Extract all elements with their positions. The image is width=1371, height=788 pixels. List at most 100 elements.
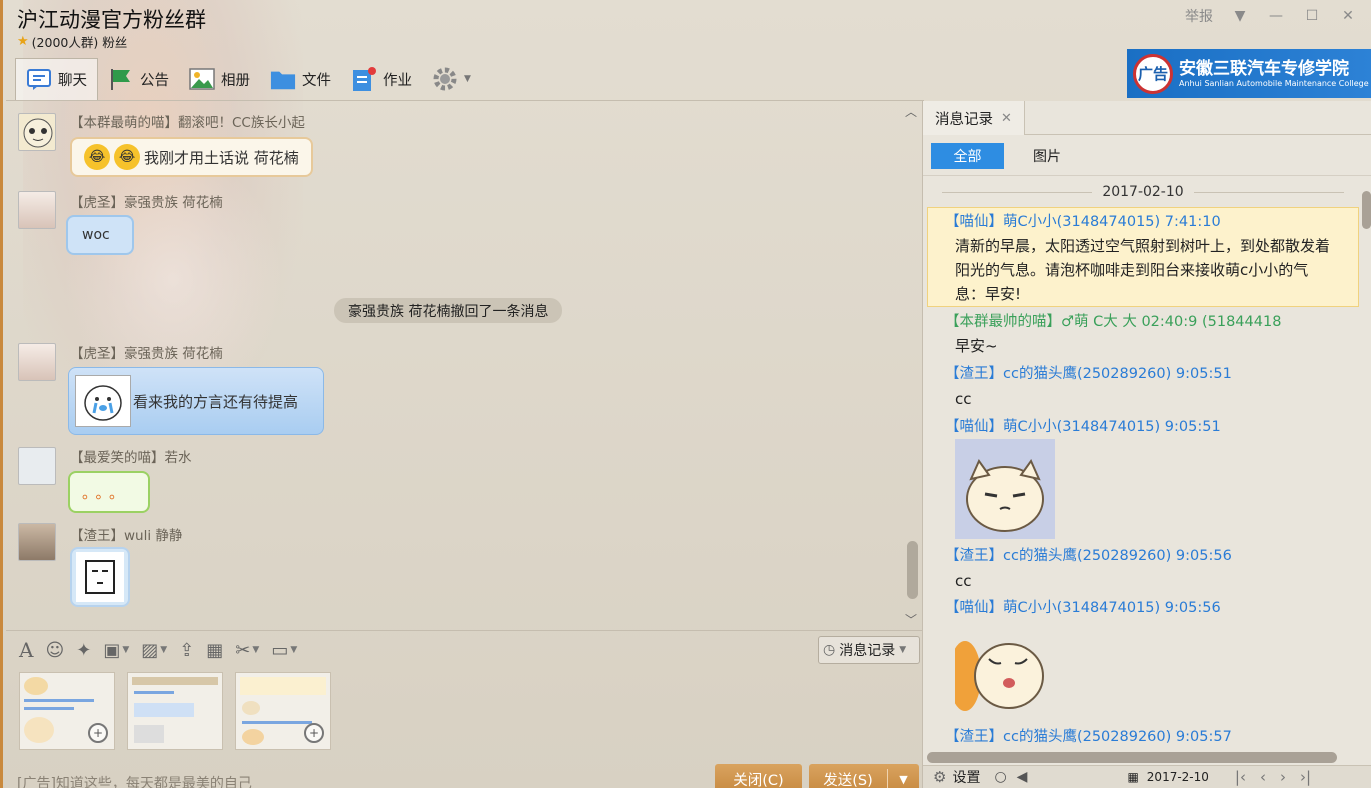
chevron-down-icon: ▼ (122, 645, 130, 655)
scroll-down-icon[interactable]: ﹀ (905, 611, 917, 628)
avatar[interactable] (18, 523, 56, 561)
history-settings-link[interactable]: 设置 (952, 767, 980, 787)
first-page-icon[interactable]: |‹ (1235, 768, 1246, 786)
scissors-icon[interactable]: ✂ ▼ (235, 640, 259, 661)
send-button[interactable]: 发送(S) ▼ (809, 764, 919, 788)
date-line-right (1193, 191, 1344, 193)
message-record-label: 消息记录 (839, 643, 896, 659)
image-icon[interactable]: ▨ ▼ (141, 640, 167, 661)
ad-banner-subtitle: Anhui Sanlian Automobile Maintenance Col… (1179, 78, 1369, 88)
tab-message-history-label: 消息记录 (935, 111, 993, 128)
history-message-sender[interactable]: 【渣王】cc的猫头鹰(250289260) 9:05:57 (945, 725, 1232, 746)
history-message-sender[interactable]: 【渣王】cc的猫头鹰(250289260) 9:05:56 (945, 544, 1232, 565)
message-text: 。。。 (82, 483, 131, 502)
message-bubble: 看来我的方言还有待提高 (68, 367, 324, 435)
font-icon[interactable]: A (19, 638, 33, 662)
history-date-picker[interactable]: ▦ 2017-2-10 (1127, 770, 1208, 784)
chevron-down-icon: ▼ (899, 645, 907, 655)
chat-message-area[interactable]: 【本群最萌的喵】翻滚吧！CC族长小起 😂 😂 我刚才用土话说 荷花楠 【虎圣】豪… (6, 101, 921, 630)
close-window-icon[interactable]: ✕ (1339, 7, 1357, 25)
chat-scrollbar[interactable] (907, 541, 918, 599)
group-tabs: 聊天 公告 相册 文件 作业 ▼ (15, 58, 481, 100)
search-icon[interactable]: ○ (994, 769, 1006, 785)
report-link[interactable]: 举报 (1185, 6, 1213, 26)
filter-images-button[interactable]: 图片 (1033, 143, 1073, 169)
close-button[interactable]: 关闭(C) (715, 764, 802, 788)
tab-files[interactable]: 文件 (260, 58, 341, 100)
history-footer-tools: ○ ◀ (994, 769, 1027, 785)
zoom-in-icon[interactable]: + (88, 723, 108, 743)
scroll-up-icon[interactable]: ︿ (905, 103, 917, 120)
tab-album[interactable]: 相册 (179, 58, 260, 100)
avatar[interactable] (18, 447, 56, 485)
tab-chat-label: 聊天 (58, 73, 87, 89)
message-record-button[interactable]: ◷ 消息记录 ▼ (818, 636, 920, 664)
message-sender: 【渣王】wuli 静静 (70, 528, 183, 544)
minimize-icon[interactable]: — (1267, 7, 1285, 25)
message-sender: 【最爱笑的喵】若水 (70, 450, 192, 466)
message-sender: 【本群最萌的喵】翻滚吧！CC族长小起 (70, 115, 305, 131)
ad-school-logo: 广告 (1133, 53, 1173, 94)
tab-album-label: 相册 (221, 72, 250, 89)
last-page-icon[interactable]: ›| (1300, 768, 1311, 786)
history-message-sender[interactable]: 【喵仙】萌C小小(3148474015) 7:41:10 (945, 210, 1221, 231)
star-icon: ★ (17, 34, 29, 49)
tab-files-label: 文件 (302, 72, 331, 89)
emoji-icon[interactable]: ☺ (45, 640, 64, 661)
tab-chat[interactable]: 聊天 (15, 58, 98, 100)
maximize-icon[interactable]: ☐ (1303, 7, 1321, 25)
dropdown-menu-icon[interactable]: ▼ (1231, 7, 1249, 25)
attachment-thumbnail[interactable] (127, 672, 223, 750)
ad-text-link[interactable]: [广告]知道这些，每天都是最美的自己 (17, 773, 252, 788)
window-controls: 举报 ▼ — ☐ ✕ (1185, 6, 1357, 26)
history-scroll-track[interactable] (1360, 183, 1371, 738)
history-message-sender[interactable]: 【渣王】cc的猫头鹰(250289260) 9:05:51 (945, 362, 1232, 383)
close-icon[interactable]: ✕ (1001, 111, 1012, 126)
gift-bag-icon[interactable]: ▣ ▼ (103, 640, 129, 661)
message-bubble: woc (66, 215, 134, 255)
crying-bear-sticker-icon (75, 375, 131, 427)
recall-system-message: 豪强贵族 荷花楠撤回了一条消息 (334, 298, 563, 323)
attachment-thumbnail[interactable]: + (19, 672, 115, 750)
gear-icon (432, 67, 458, 91)
history-vertical-scrollbar[interactable] (1362, 191, 1371, 229)
screen-share-icon[interactable]: ▭ ▼ (271, 640, 297, 661)
gift-icon[interactable]: ▦ (206, 640, 223, 661)
history-footer: ⚙ 设置 ○ ◀ ▦ 2017-2-10 |‹ ‹ › ›| (923, 765, 1371, 788)
avatar[interactable] (18, 113, 56, 151)
history-message-sender[interactable]: 【喵仙】萌C小小(3148474015) 9:05:51 (945, 415, 1221, 436)
chevron-down-icon[interactable]: ▼ (888, 773, 919, 786)
history-horizontal-scrollbar[interactable] (927, 752, 1337, 763)
speaker-icon[interactable]: ◀ (1017, 769, 1028, 785)
avatar[interactable] (18, 191, 56, 229)
input-divider (6, 630, 922, 631)
tab-announcement-label: 公告 (140, 72, 169, 89)
history-message-sender[interactable]: 【本群最帅的喵】♂萌 C大 大 02:40:9 (51844418 (945, 310, 1365, 331)
more-apps-button[interactable]: ▼ (422, 58, 481, 100)
history-divider (923, 175, 1371, 176)
upload-icon[interactable]: ⇪ (179, 640, 194, 661)
filter-all-button[interactable]: 全部 (931, 143, 1004, 169)
history-page-nav: |‹ ‹ › ›| (1235, 768, 1311, 786)
tab-homework[interactable]: 作业 (341, 58, 422, 100)
folder-icon (270, 67, 296, 91)
message-text: woc (82, 227, 110, 243)
tab-announcement[interactable]: 公告 (98, 58, 179, 100)
zoom-in-icon[interactable]: + (304, 723, 324, 743)
input-toolbar: A ☺ ✦ ▣ ▼ ▨ ▼ ⇪ ▦ ✂ ▼ ▭ ▼ (19, 638, 297, 662)
message-sender: 【虎圣】豪强贵族 荷花楠 (70, 195, 223, 211)
history-message-sender[interactable]: 【喵仙】萌C小小(3148474015) 9:05:56 (945, 596, 1221, 617)
gear-icon[interactable]: ⚙ (933, 768, 946, 786)
next-page-icon[interactable]: › (1280, 768, 1286, 786)
history-message-text: cc (955, 390, 972, 408)
cat-tiger-sticker-image[interactable] (955, 631, 1055, 721)
cat-sticker-image[interactable] (955, 439, 1055, 539)
send-button-label: 发送(S) (823, 772, 873, 788)
prev-page-icon[interactable]: ‹ (1260, 768, 1266, 786)
chevron-down-icon: ▼ (464, 74, 471, 84)
avatar[interactable] (18, 343, 56, 381)
tab-message-history[interactable]: 消息记录 ✕ (923, 101, 1025, 135)
attachment-thumbnail[interactable]: + (235, 672, 331, 750)
ad-banner[interactable]: 广告 安徽三联汽车专修学院 Anhui Sanlian Automobile M… (1127, 49, 1371, 98)
magic-wand-icon[interactable]: ✦ (76, 640, 91, 661)
